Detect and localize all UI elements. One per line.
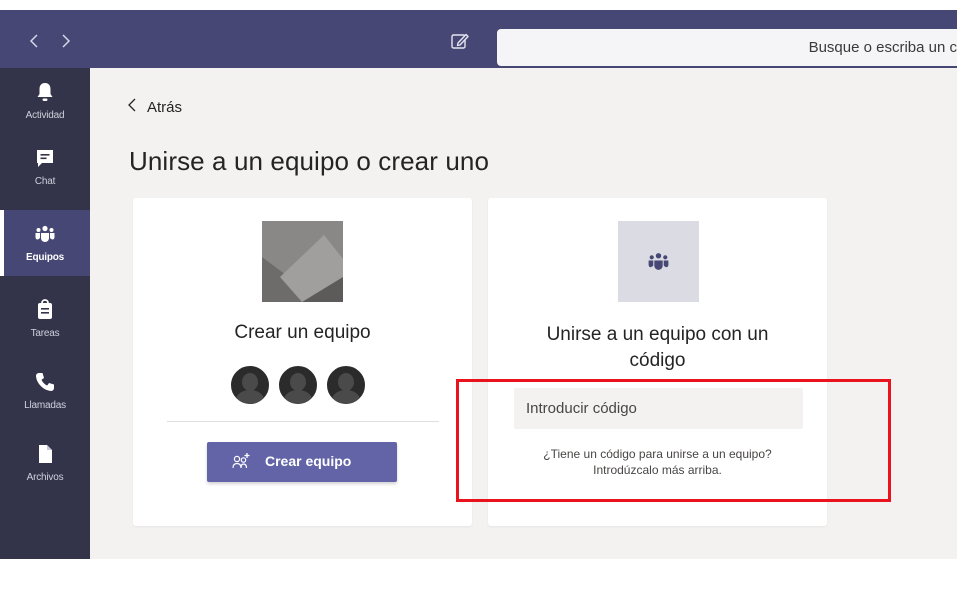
page-title: Unirse a un equipo o crear uno	[129, 146, 490, 176]
main-content: Atrás Unirse a un equipo o crear uno Cre…	[90, 68, 957, 559]
top-strip	[0, 0, 957, 10]
create-card-title: Crear un equipo	[234, 322, 371, 343]
join-help-line1: ¿Tiene un código para unirse a un equipo…	[543, 447, 772, 461]
rail-item-tareas[interactable]: Tareas	[0, 286, 90, 352]
rail-item-label: Chat	[34, 176, 56, 187]
forward-nav-button[interactable]	[60, 32, 72, 54]
compose-button[interactable]	[449, 30, 471, 52]
more-icon[interactable]	[28, 580, 62, 600]
tasks-icon	[38, 299, 52, 319]
teams-icon	[648, 253, 669, 270]
chevron-right-icon	[62, 34, 71, 48]
join-help-line2: Introdúzcalo más arriba.	[593, 463, 722, 477]
compose-icon	[451, 33, 469, 49]
teams-icon	[35, 225, 55, 242]
rail-item-chat[interactable]: Chat	[0, 134, 90, 200]
image-placeholder-icon	[262, 221, 343, 302]
chevron-left-icon	[128, 98, 137, 117]
chevron-left-icon	[29, 34, 38, 48]
search-box[interactable]	[497, 29, 957, 66]
search-input[interactable]	[497, 29, 957, 66]
back-link[interactable]: Atrás	[128, 98, 182, 117]
title-bar	[0, 10, 957, 68]
create-team-button[interactable]: Crear equipo	[207, 442, 397, 482]
rail-item-label: Archivos	[26, 472, 64, 483]
rail-item-label: Llamadas	[24, 400, 66, 411]
team-code-input[interactable]	[514, 388, 803, 429]
avatar	[325, 364, 367, 406]
divider	[167, 421, 439, 422]
app-rail: Actividad Chat Equipos Tareas Llamadas A…	[0, 68, 90, 593]
phone-icon	[36, 373, 54, 391]
back-nav-button[interactable]	[28, 32, 40, 54]
avatar-group	[229, 364, 377, 406]
join-card-title-line2: código	[629, 350, 686, 371]
rail-item-archivos[interactable]: Archivos	[0, 430, 90, 496]
create-team-button-label: Crear equipo	[265, 453, 352, 469]
join-card-title-line1: Unirse a un equipo con un	[546, 324, 769, 345]
rail-item-actividad[interactable]: Actividad	[0, 68, 90, 134]
join-thumb	[618, 221, 699, 302]
rail-item-label: Actividad	[25, 110, 65, 121]
join-team-card: Unirse a un equipo con un código ¿Tiene …	[488, 198, 827, 526]
join-card-title: Unirse a un equipo con un código	[488, 322, 827, 374]
rail-item-label: Tareas	[30, 328, 60, 339]
rail-item-equipos[interactable]: Equipos	[0, 210, 90, 276]
back-label: Atrás	[147, 99, 183, 116]
file-icon	[39, 445, 52, 463]
rail-item-label: Equipos	[25, 252, 65, 263]
rail-item-llamadas[interactable]: Llamadas	[0, 358, 90, 424]
bell-icon	[37, 83, 53, 101]
avatar	[277, 364, 319, 406]
chat-icon	[37, 150, 53, 167]
create-team-card[interactable]: Crear un equipo Crear equipo	[133, 198, 472, 526]
avatar	[229, 364, 271, 406]
add-team-icon	[232, 453, 250, 469]
join-help-text: ¿Tiene un código para unirse a un equipo…	[488, 446, 827, 478]
